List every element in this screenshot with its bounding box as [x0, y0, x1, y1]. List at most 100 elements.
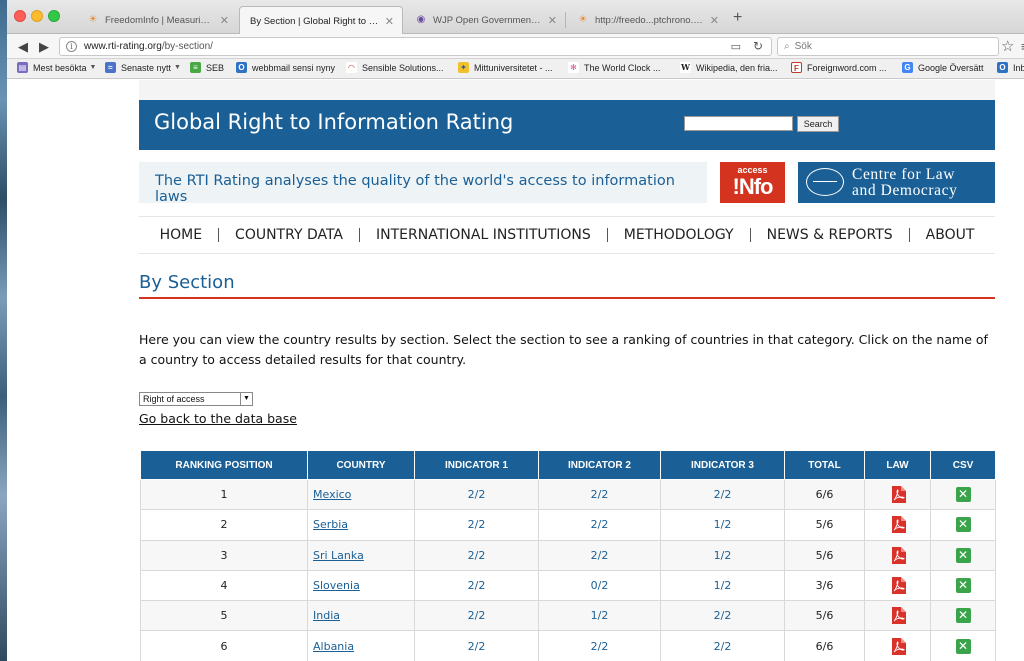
- country-link[interactable]: India: [313, 609, 340, 622]
- column-header: LAW: [864, 450, 931, 480]
- results-table: RANKING POSITION COUNTRY INDICATOR 1 IND…: [140, 450, 996, 661]
- bookmark-item[interactable]: ◠ Sensible Solutions...: [346, 62, 444, 73]
- indicator-3-cell: 2/2: [660, 600, 785, 632]
- pdf-icon[interactable]: [890, 637, 906, 655]
- excel-icon[interactable]: ✕: [955, 487, 971, 503]
- csv-cell: ✕: [930, 630, 996, 661]
- access-info-logo[interactable]: access !Nfo: [720, 162, 785, 203]
- site-search-input[interactable]: [684, 116, 793, 131]
- bookmark-item[interactable]: ▤ Mest besökta ▼: [17, 62, 96, 73]
- close-tab-icon[interactable]: ✕: [710, 14, 719, 27]
- browser-tab[interactable]: ☀ FreedomInfo | Measuring O... ✕: [77, 6, 237, 34]
- country-link[interactable]: Albania: [313, 640, 354, 653]
- desktop-background: [0, 0, 7, 661]
- info-icon[interactable]: i: [66, 41, 77, 52]
- back-to-database-link[interactable]: Go back to the data base: [139, 411, 297, 426]
- rss-icon: ≈: [105, 62, 116, 73]
- nav-about[interactable]: ABOUT: [910, 227, 991, 243]
- rank-cell: 4: [140, 569, 308, 602]
- bookmark-item[interactable]: G Google Översätt: [902, 62, 984, 73]
- section-select[interactable]: Right of access ▼: [139, 392, 253, 406]
- close-tab-icon[interactable]: ✕: [220, 14, 229, 27]
- centre-for-law-and-democracy-logo[interactable]: Centre for Law and Democracy: [798, 162, 995, 203]
- reload-icon[interactable]: ↻: [753, 39, 763, 53]
- indicator-3-cell: 1/2: [660, 539, 785, 571]
- pdf-icon[interactable]: [890, 516, 906, 534]
- rank-cell: 3: [140, 539, 308, 571]
- url-host: www.rti-rating.org: [84, 41, 162, 52]
- pdf-icon[interactable]: [890, 577, 906, 595]
- bookmark-item[interactable]: ✻ The World Clock ...: [568, 62, 660, 73]
- excel-icon[interactable]: ✕: [955, 547, 971, 563]
- bookmark-item[interactable]: F Foreignword.com ...: [791, 62, 887, 73]
- nav-home[interactable]: HOME: [144, 227, 218, 243]
- browser-tab[interactable]: ☀ http://freedo...ptchrono.docx ✕: [567, 6, 727, 34]
- browser-tab-active[interactable]: By Section | Global Right to Info... ✕: [239, 6, 403, 35]
- column-header: INDICATOR 3: [660, 450, 785, 480]
- csv-cell: ✕: [930, 509, 996, 541]
- zoom-window-button[interactable]: [48, 10, 60, 22]
- browser-search-input[interactable]: ⌕ Sök: [777, 37, 999, 56]
- column-header: INDICATOR 2: [538, 450, 661, 480]
- bookmark-item[interactable]: ✦ Mittuniversitetet - ...: [458, 62, 553, 73]
- bookmark-item[interactable]: O webbmail sensi nyny: [236, 62, 335, 73]
- law-cell: [864, 509, 931, 541]
- new-tab-icon[interactable]: +: [733, 9, 742, 27]
- column-header: INDICATOR 1: [414, 450, 539, 480]
- country-cell: Sri Lanka: [307, 539, 415, 571]
- sun-favicon-icon: ☀: [578, 14, 588, 25]
- bookmark-item[interactable]: W Wikipedia, den fria...: [680, 62, 778, 73]
- wjp-favicon-icon: ◉: [416, 14, 426, 25]
- browser-tab[interactable]: ◉ WJP Open Government Ind... ✕: [405, 6, 565, 34]
- clock-icon: ✻: [568, 62, 579, 73]
- country-cell: Albania: [307, 630, 415, 661]
- reader-view-icon[interactable]: ▭: [731, 40, 741, 53]
- pdf-icon[interactable]: [890, 546, 906, 564]
- close-window-button[interactable]: [14, 10, 26, 22]
- column-header: CSV: [930, 450, 996, 480]
- csv-cell: ✕: [930, 539, 996, 571]
- country-link[interactable]: Sri Lanka: [313, 549, 364, 562]
- indicator-3-cell: 2/2: [660, 478, 785, 511]
- site-title[interactable]: Global Right to Information Rating: [154, 110, 513, 134]
- bookmark-item[interactable]: ≈ Senaste nytt ▼: [105, 62, 181, 73]
- country-link[interactable]: Mexico: [313, 488, 351, 501]
- rank-cell: 5: [140, 600, 308, 632]
- bookmark-item[interactable]: ≡ SEB: [190, 62, 224, 73]
- sensible-icon: ◠: [346, 62, 357, 73]
- indicator-1-cell: 2/2: [414, 630, 539, 661]
- excel-icon[interactable]: ✕: [955, 517, 971, 533]
- law-cell: [864, 539, 931, 571]
- excel-icon[interactable]: ✕: [955, 638, 971, 654]
- nav-methodology[interactable]: METHODOLOGY: [608, 227, 750, 243]
- web-page: Global Right to Information Rating Searc…: [7, 80, 1024, 661]
- pdf-icon[interactable]: [890, 486, 906, 504]
- outlook-icon: O: [997, 62, 1008, 73]
- indicator-2-cell: 2/2: [538, 539, 661, 571]
- nav-news-reports[interactable]: NEWS & REPORTS: [751, 227, 909, 243]
- law-cell: [864, 600, 931, 632]
- bookmark-star-icon[interactable]: ☆: [1001, 37, 1014, 55]
- url-bar[interactable]: i www.rti-rating.org/by-section/ ▭ ↻: [59, 37, 772, 56]
- country-link[interactable]: Serbia: [313, 518, 348, 531]
- excel-icon[interactable]: ✕: [955, 578, 971, 594]
- total-cell: 3/6: [784, 569, 865, 602]
- bookmark-item[interactable]: O Inb: [997, 62, 1024, 73]
- total-cell: 5/6: [784, 509, 865, 541]
- outlook-icon: O: [236, 62, 247, 73]
- nav-international-institutions[interactable]: INTERNATIONAL INSTITUTIONS: [360, 227, 607, 243]
- column-header: COUNTRY: [307, 450, 415, 480]
- pdf-icon[interactable]: [890, 607, 906, 625]
- site-search-button[interactable]: Search: [797, 116, 839, 132]
- forward-arrow-icon[interactable]: ▶: [34, 37, 54, 57]
- indicator-2-cell: 1/2: [538, 600, 661, 632]
- tagline-box: The RTI Rating analyses the quality of t…: [139, 162, 707, 205]
- close-tab-icon[interactable]: ✕: [385, 15, 394, 28]
- excel-icon[interactable]: ✕: [955, 608, 971, 624]
- close-tab-icon[interactable]: ✕: [548, 14, 557, 27]
- indicator-2-cell: 2/2: [538, 478, 661, 511]
- country-link[interactable]: Slovenia: [313, 579, 360, 592]
- minimize-window-button[interactable]: [31, 10, 43, 22]
- nav-country-data[interactable]: COUNTRY DATA: [219, 227, 359, 243]
- back-arrow-icon[interactable]: ◀: [13, 37, 33, 57]
